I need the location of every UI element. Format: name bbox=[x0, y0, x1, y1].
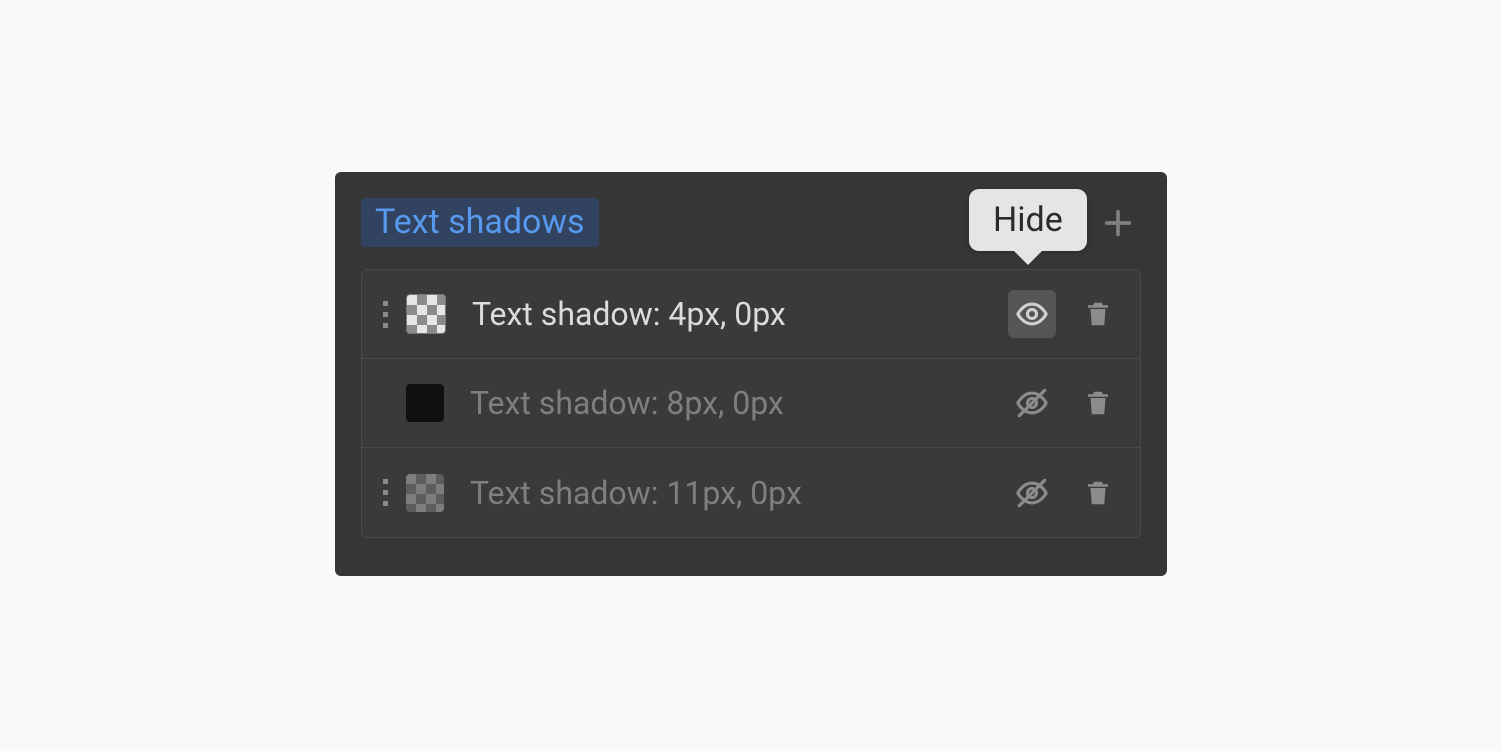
panel-title[interactable]: Text shadows bbox=[361, 198, 599, 247]
shadow-row[interactable]: Text shadow: 11px, 0px bbox=[362, 448, 1140, 537]
visibility-toggle-button[interactable] bbox=[1008, 469, 1056, 517]
delete-button[interactable] bbox=[1074, 379, 1122, 427]
delete-button[interactable] bbox=[1074, 290, 1122, 338]
shadow-row[interactable]: Text shadow: 8px, 0px bbox=[362, 359, 1140, 448]
visibility-toggle-button[interactable] bbox=[1008, 379, 1056, 427]
trash-icon bbox=[1083, 388, 1113, 418]
color-swatch[interactable] bbox=[406, 384, 444, 422]
eye-off-icon bbox=[1015, 476, 1049, 510]
shadow-label: Text shadow: 11px, 0px bbox=[470, 474, 1008, 512]
drag-handle-icon[interactable] bbox=[374, 301, 396, 328]
row-actions bbox=[1008, 469, 1122, 517]
trash-icon bbox=[1083, 299, 1113, 329]
color-swatch[interactable] bbox=[406, 474, 444, 512]
add-shadow-button[interactable] bbox=[1095, 200, 1141, 246]
shadow-label: Text shadow: 8px, 0px bbox=[470, 384, 1008, 422]
tooltip: Hide bbox=[969, 189, 1087, 251]
shadow-list: Text shadow: 4px, 0px bbox=[361, 269, 1141, 538]
shadow-label: Text shadow: 4px, 0px bbox=[472, 295, 1008, 333]
drag-handle-icon[interactable] bbox=[374, 479, 396, 506]
plus-icon bbox=[1101, 206, 1135, 240]
shadow-row[interactable]: Text shadow: 4px, 0px bbox=[362, 270, 1140, 359]
visibility-toggle-button[interactable] bbox=[1008, 290, 1056, 338]
row-actions bbox=[1008, 379, 1122, 427]
eye-off-icon bbox=[1015, 386, 1049, 420]
trash-icon bbox=[1083, 478, 1113, 508]
delete-button[interactable] bbox=[1074, 469, 1122, 517]
row-actions bbox=[1008, 290, 1122, 338]
eye-icon bbox=[1015, 297, 1049, 331]
color-swatch[interactable] bbox=[406, 294, 446, 334]
